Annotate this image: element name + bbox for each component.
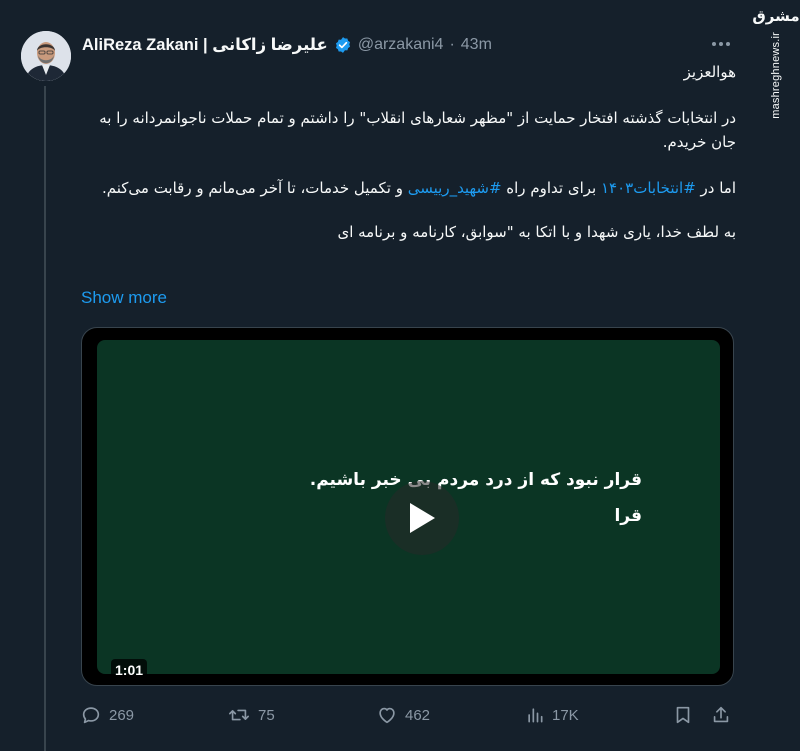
retweet-icon (229, 709, 249, 721)
para3-text-mid: برای تداوم راه (501, 179, 601, 197)
retweet-button[interactable]: 75 (227, 702, 275, 728)
tweet-paragraph-3: اما در #انتخابات۱۴۰۳ برای تداوم راه #شهی… (82, 176, 736, 200)
tweet-text: هوالعزیز در انتخابات گذشته افتخار حمایت … (82, 60, 736, 244)
video-player[interactable]: قرار نبود که از درد مردم بی خبر باشیم. ق… (81, 327, 734, 686)
video-duration: 1:01 (111, 659, 148, 681)
play-button[interactable] (385, 481, 459, 555)
views-count: 17K (552, 706, 579, 724)
hashtag-link-elections[interactable]: #انتخابات۱۴۰۳ (601, 179, 696, 197)
views-button[interactable]: 17K (525, 702, 579, 728)
tweet-page: مشرق mashreghnews.ir AliReza Zakani | عل… (0, 0, 800, 751)
tweet-paragraph-4: به لطف خدا، یاری شهدا و با اتکا به "سواب… (337, 223, 736, 241)
reply-icon (82, 707, 100, 724)
para3-text-after: و تکمیل خدمات، تا آخر می‌مانم و رقابت می… (101, 179, 408, 197)
hashtag-link-raisi[interactable]: #شهید_رییسی (408, 179, 502, 197)
views-icon (528, 708, 543, 723)
watermark-url: mashreghnews.ir (770, 32, 782, 119)
tweet-line-1: هوالعزیز (683, 63, 736, 81)
like-count: 462 (405, 706, 431, 724)
play-icon (410, 503, 435, 533)
thread-line (44, 86, 46, 751)
share-button[interactable] (710, 702, 732, 728)
para3-text-before: اما در (695, 179, 736, 197)
bookmark-icon (676, 706, 690, 724)
verified-badge-icon (334, 36, 352, 54)
video-caption-line-1: قرار نبود که از درد مردم بی خبر باشیم. (309, 470, 642, 490)
reply-count: 269 (109, 706, 135, 724)
video-caption-line-2: قرا (614, 506, 642, 526)
bookmark-button[interactable] (672, 702, 694, 728)
reply-button[interactable]: 269 (80, 702, 134, 728)
author-handle[interactable]: @arzakani4 (358, 36, 444, 54)
tweet-timestamp[interactable]: 43m (461, 36, 492, 54)
more-icon[interactable] (706, 36, 736, 52)
share-icon (713, 706, 729, 723)
avatar[interactable] (21, 31, 71, 81)
video-caption: قرار نبود که از درد مردم بی خبر باشیم. ق… (97, 462, 642, 534)
like-button[interactable]: 462 (376, 702, 430, 728)
show-more-link[interactable]: Show more (81, 288, 167, 308)
watermark-logo: مشرق (752, 8, 800, 25)
tweet-actions: 269 75 462 17K (80, 702, 740, 728)
retweet-count: 75 (258, 706, 275, 724)
tweet-paragraph-2: در انتخابات گذشته افتخار حمایت از "مظهر … (99, 109, 736, 151)
author-name[interactable]: AliReza Zakani | علیرضا زاکانی (82, 35, 328, 55)
tweet-header: AliReza Zakani | علیرضا زاکانی @arzakani… (82, 33, 492, 57)
watermark: مشرق mashreghnews.ir (752, 8, 799, 123)
video-frame: قرار نبود که از درد مردم بی خبر باشیم. ق… (97, 340, 720, 681)
like-icon (379, 707, 395, 724)
separator-dot: · (449, 36, 455, 53)
